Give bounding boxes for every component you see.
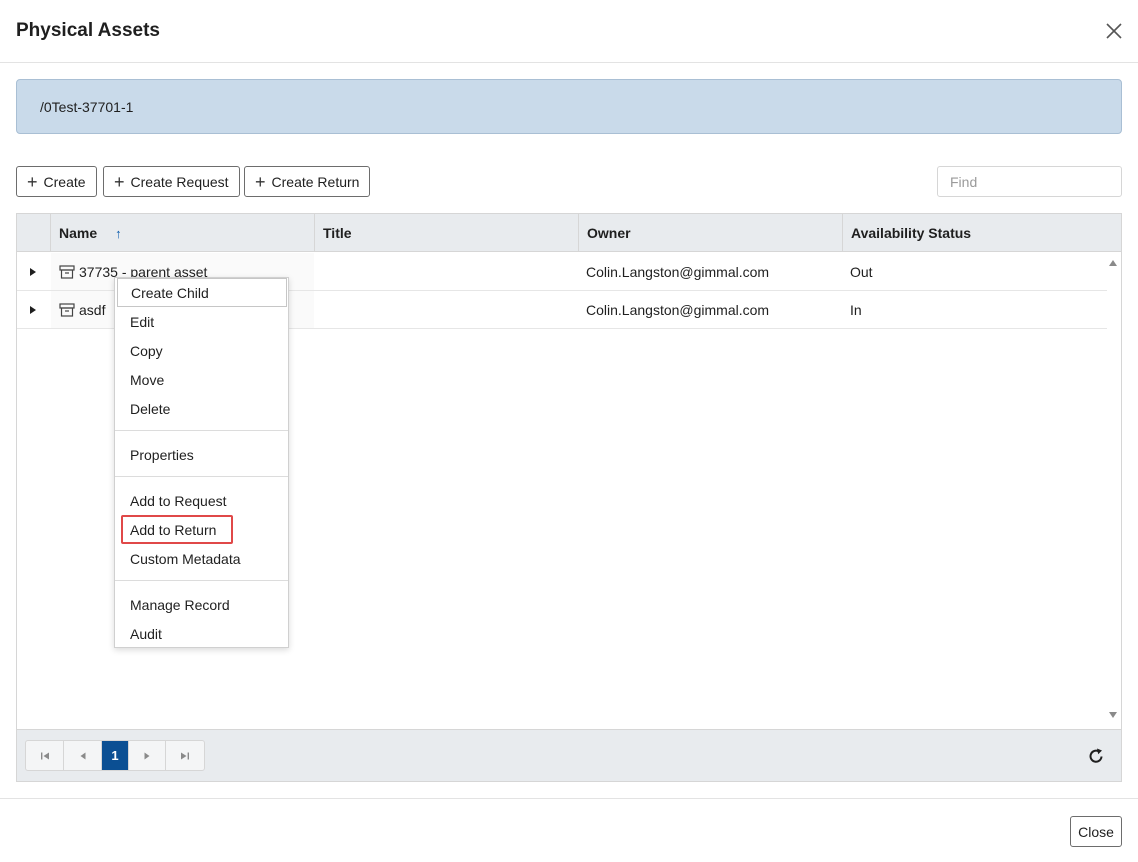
- find-input[interactable]: [937, 166, 1122, 197]
- close-icon[interactable]: [1104, 21, 1124, 41]
- menu-separator: [115, 580, 288, 581]
- previous-page-icon: [80, 752, 85, 759]
- scroll-up-arrow-icon[interactable]: [1109, 260, 1117, 266]
- column-header-owner[interactable]: Owner: [578, 214, 843, 252]
- create-button[interactable]: + Create: [16, 166, 97, 197]
- dialog-footer: Close: [0, 798, 1138, 862]
- plus-icon: +: [255, 171, 266, 192]
- context-menu: Create Child Edit Copy Move Delete Prope…: [114, 277, 289, 648]
- create-return-button[interactable]: + Create Return: [244, 166, 371, 197]
- column-header-title[interactable]: Title: [314, 214, 579, 252]
- menu-separator: [115, 476, 288, 477]
- sort-ascending-icon: ↑: [115, 225, 122, 241]
- menu-item-add-to-request[interactable]: Add to Request: [115, 486, 288, 515]
- next-page-icon: [144, 752, 150, 759]
- refresh-icon[interactable]: [1087, 747, 1105, 765]
- menu-item-properties[interactable]: Properties: [115, 440, 288, 469]
- menu-item-custom-metadata[interactable]: Custom Metadata: [115, 544, 288, 573]
- pager: 1: [25, 740, 205, 771]
- last-page-icon: [181, 752, 189, 759]
- first-page-button[interactable]: [26, 741, 64, 770]
- menu-separator: [115, 430, 288, 431]
- plus-icon: +: [27, 171, 38, 192]
- menu-item-move[interactable]: Move: [115, 365, 288, 394]
- menu-item-add-to-return[interactable]: Add to Return: [115, 515, 288, 544]
- row-owner: Colin.Langston@gimmal.com: [586, 302, 770, 318]
- column-title-label: Title: [323, 225, 352, 241]
- column-status-label: Availability Status: [851, 225, 972, 241]
- next-page-button[interactable]: [128, 741, 166, 770]
- menu-item-audit[interactable]: Audit: [115, 619, 288, 648]
- grid-footer: 1: [17, 729, 1121, 781]
- close-button[interactable]: Close: [1070, 816, 1122, 847]
- physical-assets-dialog: Physical Assets /0Test-37701-1 + Create …: [0, 0, 1138, 862]
- menu-item-manage-record[interactable]: Manage Record: [115, 590, 288, 619]
- archive-box-icon: [59, 265, 75, 279]
- create-button-label: Create: [43, 173, 86, 190]
- create-return-button-label: Create Return: [271, 173, 360, 190]
- create-request-button-label: Create Request: [130, 173, 229, 190]
- column-name-label: Name: [59, 225, 98, 241]
- menu-item-create-child[interactable]: Create Child: [117, 278, 287, 307]
- scroll-down-arrow-icon[interactable]: [1109, 712, 1117, 718]
- path-bar: /0Test-37701-1: [16, 79, 1122, 134]
- row-status: In: [850, 302, 862, 318]
- plus-icon: +: [114, 171, 125, 192]
- menu-item-edit[interactable]: Edit: [115, 307, 288, 336]
- archive-box-icon: [59, 303, 75, 317]
- row-name: asdf: [79, 302, 106, 318]
- path-text: /0Test-37701-1: [40, 99, 134, 115]
- previous-page-button[interactable]: [64, 741, 102, 770]
- expand-arrow-icon[interactable]: [30, 306, 36, 314]
- menu-item-copy[interactable]: Copy: [115, 336, 288, 365]
- column-header-availability-status[interactable]: Availability Status: [842, 214, 1121, 252]
- row-owner: Colin.Langston@gimmal.com: [586, 264, 770, 280]
- last-page-button[interactable]: [166, 741, 204, 770]
- expand-arrow-icon[interactable]: [30, 268, 36, 276]
- dialog-title: Physical Assets: [16, 20, 160, 41]
- menu-item-delete[interactable]: Delete: [115, 394, 288, 423]
- column-header-name[interactable]: Name ↑: [50, 214, 314, 252]
- first-page-icon: [40, 752, 49, 759]
- grid-header: Name ↑ Title Owner Availability Status: [17, 214, 1121, 252]
- column-owner-label: Owner: [587, 225, 631, 241]
- row-status: Out: [850, 264, 873, 280]
- current-page-button[interactable]: 1: [102, 741, 128, 770]
- create-request-button[interactable]: + Create Request: [103, 166, 240, 197]
- dialog-header: Physical Assets: [0, 0, 1138, 63]
